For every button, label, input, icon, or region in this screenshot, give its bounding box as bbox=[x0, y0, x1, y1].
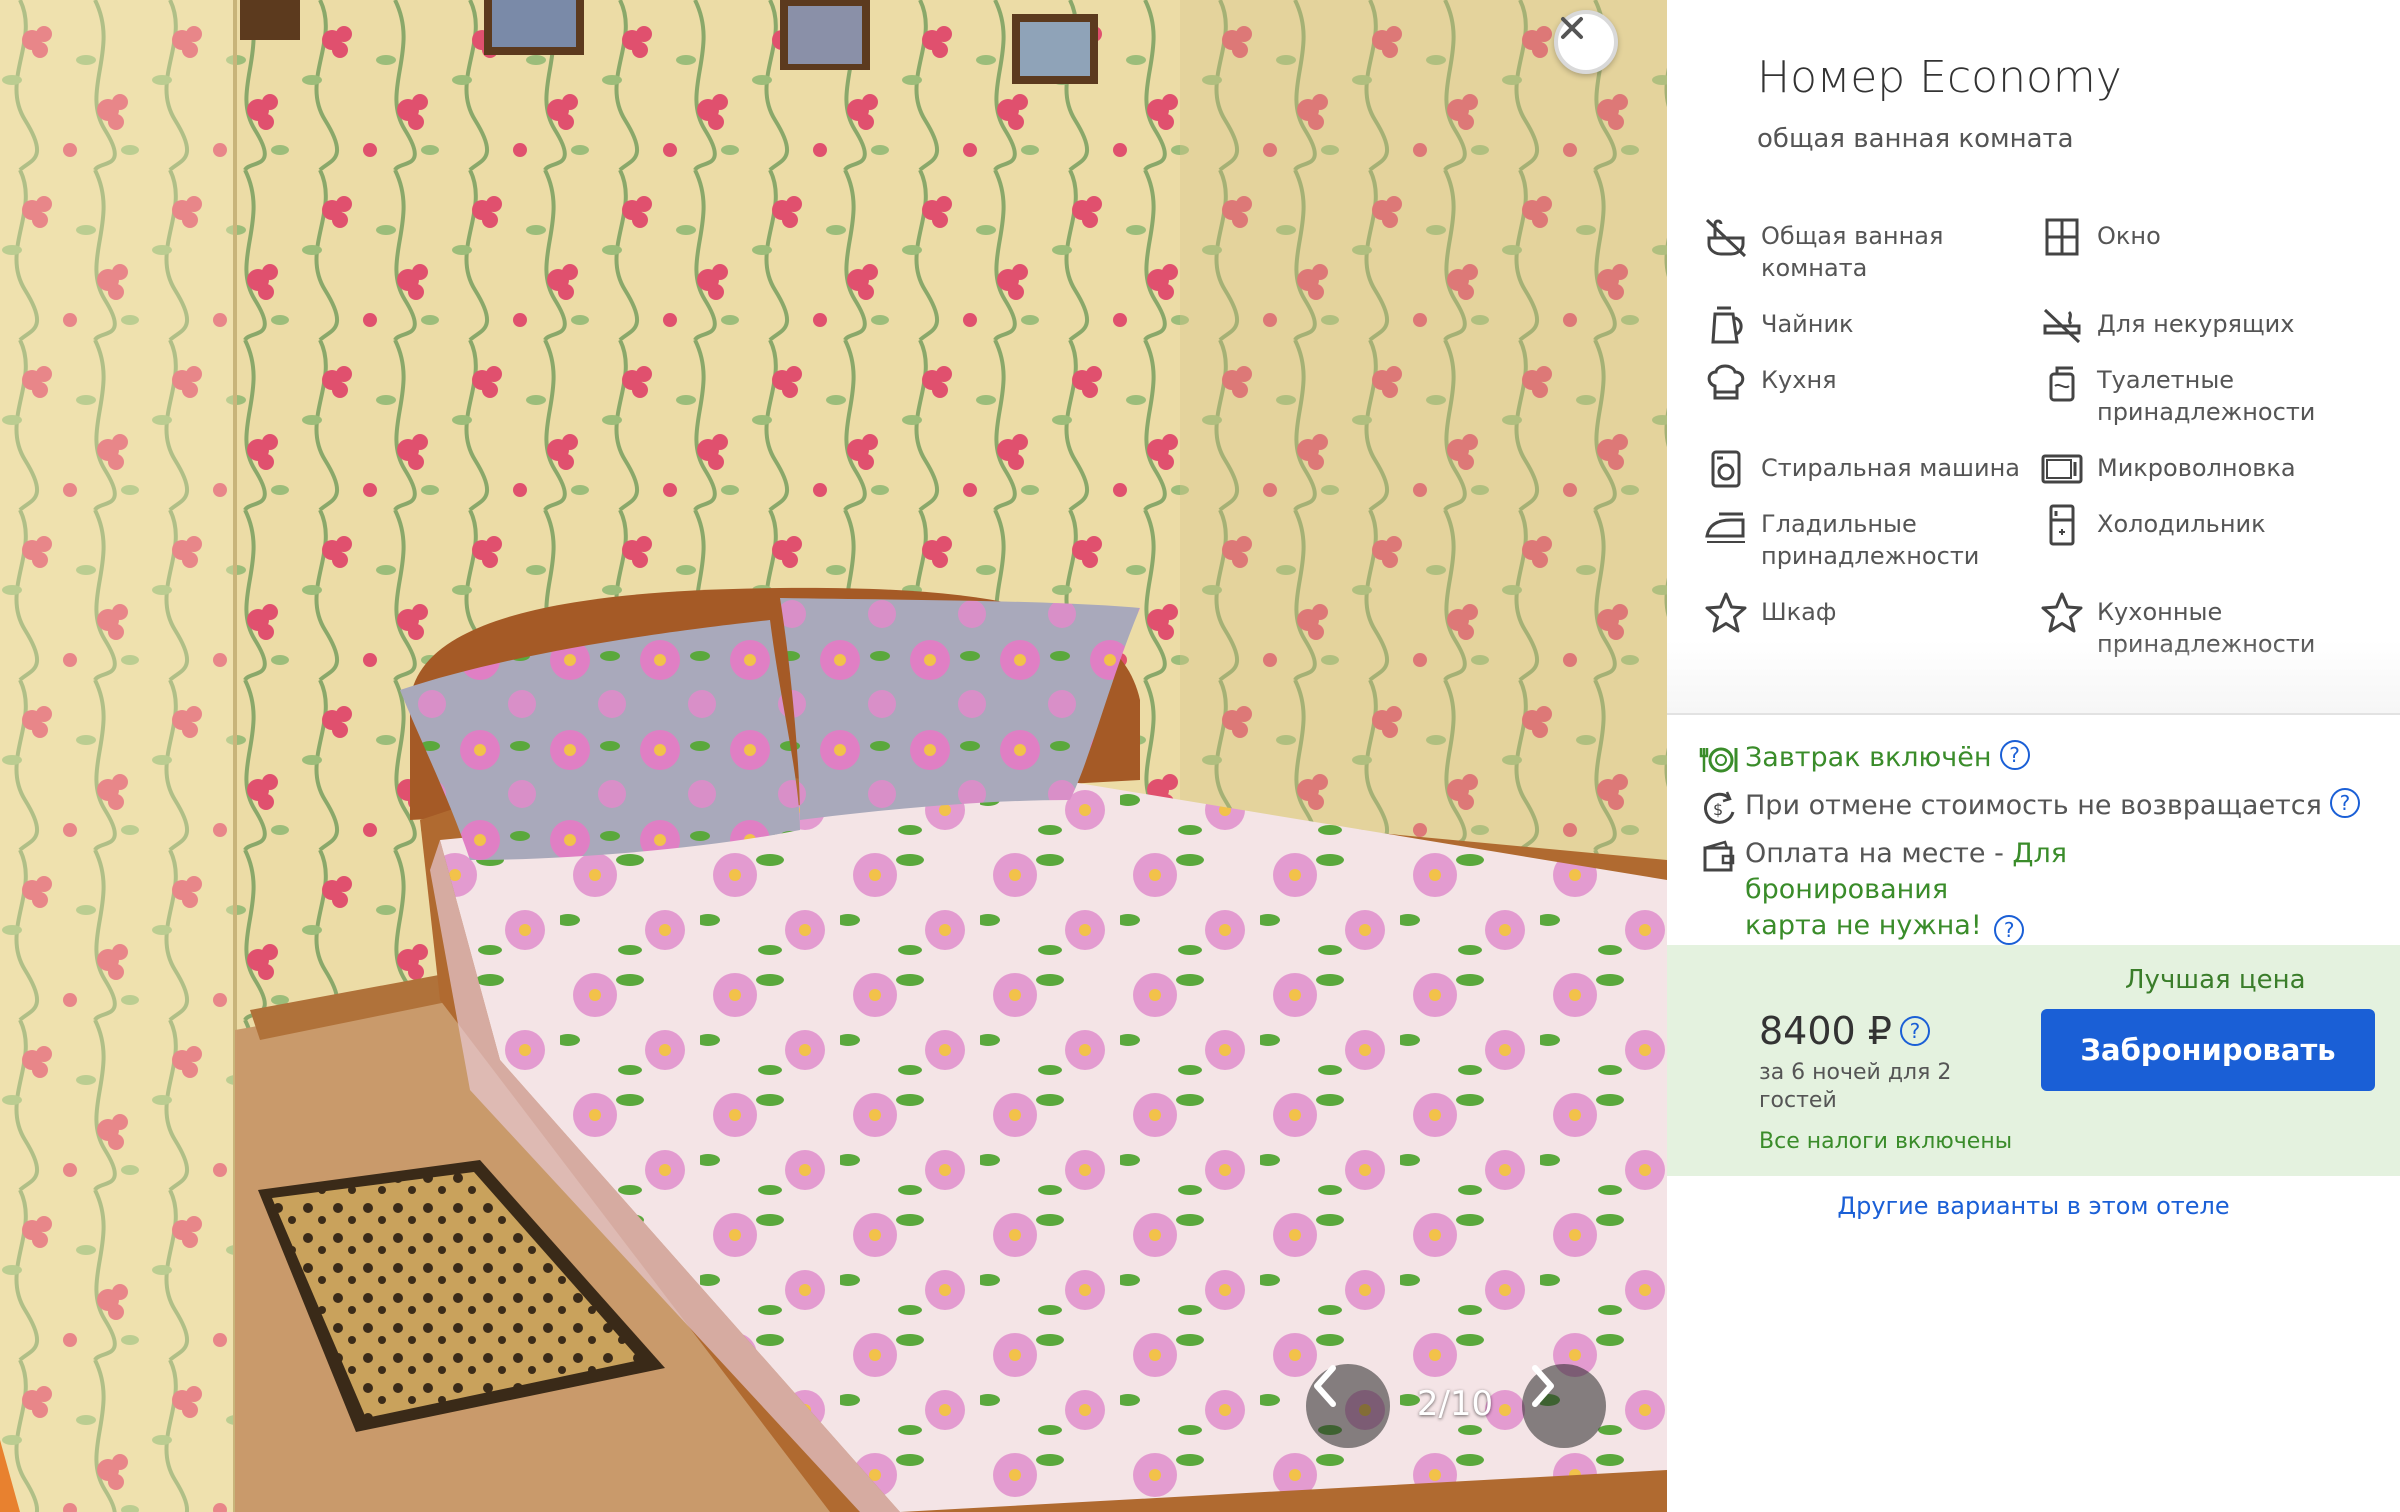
help-icon[interactable]: ? bbox=[2329, 788, 2360, 818]
amenity-label: Общая ванная комната bbox=[1761, 222, 1944, 282]
divider bbox=[1667, 713, 2400, 715]
amenity-kitchen: Кухня bbox=[1703, 358, 2033, 404]
price-value: 8400 ₽ bbox=[1759, 1009, 1892, 1053]
shared-bath-icon bbox=[1705, 218, 1747, 258]
payment-condition: Оплата на месте - Для бронирования карта… bbox=[1699, 836, 2265, 945]
chevron-left-icon bbox=[1314, 1365, 1336, 1407]
star-icon bbox=[2041, 592, 2083, 633]
amenity-label: Туалетные принадлежности bbox=[2097, 366, 2316, 426]
no-card-link-2[interactable]: карта не нужна! bbox=[1745, 910, 1982, 941]
amenity-window: Окно bbox=[2039, 214, 2369, 260]
breakfast-condition: Завтрак включён ? bbox=[1699, 740, 2030, 780]
amenity-washing-machine: Стиральная машина bbox=[1703, 446, 2033, 492]
room-photo-image bbox=[0, 0, 1667, 1512]
washing-machine-icon bbox=[1711, 450, 1741, 488]
help-icon[interactable]: ? bbox=[1999, 740, 2030, 770]
amenity-label: Стиральная машина bbox=[1761, 454, 2020, 482]
cancellation-condition: $ При отмене стоимость не возвращается ? bbox=[1699, 788, 2360, 828]
price-box: Лучшая цена 8400 ₽ ? за 6 ночей для 2 го… bbox=[1667, 945, 2400, 1176]
amenity-label: Микроволновка bbox=[2097, 454, 2296, 482]
amenity-fridge: Холодильник bbox=[2039, 502, 2369, 548]
star-icon bbox=[1705, 592, 1747, 633]
amenities-list: Общая ванная комната Окно Чайник Для нек… bbox=[1703, 214, 2343, 684]
help-icon[interactable]: ? bbox=[1899, 1016, 1930, 1046]
room-subtitle: общая ванная комната bbox=[1757, 124, 2074, 154]
svg-text:$: $ bbox=[1713, 800, 1723, 819]
amenity-label: Кухня bbox=[1761, 366, 1837, 394]
next-photo-button[interactable] bbox=[1522, 1364, 1606, 1448]
amenity-label: Окно bbox=[2097, 222, 2161, 250]
fridge-icon bbox=[2049, 504, 2075, 546]
amenity-shared-bath: Общая ванная комната bbox=[1703, 214, 2033, 284]
room-photo: 2/10 bbox=[0, 0, 1667, 1512]
close-icon bbox=[1561, 17, 1583, 39]
no-smoking-icon bbox=[2043, 308, 2081, 344]
room-details-panel: Номер Economy общая ванная комната Общая… bbox=[1667, 0, 2400, 1512]
chevron-right-icon bbox=[1532, 1365, 1554, 1407]
amenity-label: Холодильник bbox=[2097, 510, 2266, 538]
amenity-label: Шкаф bbox=[1761, 598, 1837, 626]
room-title: Номер Economy bbox=[1757, 52, 2122, 103]
amenity-iron: Гладильные принадлежности bbox=[1703, 502, 2033, 572]
price-per-nights: за 6 ночей для 2 гостей bbox=[1759, 1060, 1952, 1113]
window-icon bbox=[2045, 218, 2079, 256]
amenity-label: Гладильные принадлежности bbox=[1761, 510, 1980, 570]
amenity-no-smoking: Для некурящих bbox=[2039, 302, 2369, 348]
prev-photo-button[interactable] bbox=[1306, 1364, 1390, 1448]
close-button[interactable] bbox=[1554, 10, 1618, 74]
taxes-included: Все налоги включены bbox=[1759, 1129, 2013, 1154]
amenity-label: Для некурящих bbox=[2097, 310, 2295, 338]
payment-prefix: Оплата на месте - bbox=[1745, 838, 2013, 869]
kettle-icon bbox=[1711, 306, 1743, 344]
toiletries-icon bbox=[2049, 366, 2075, 402]
iron-icon bbox=[1705, 512, 1745, 543]
amenity-label: Чайник bbox=[1761, 310, 1854, 338]
breakfast-text: Завтрак включён bbox=[1745, 742, 1992, 773]
book-button[interactable]: Забронировать bbox=[2041, 1009, 2375, 1091]
wallet-icon bbox=[1703, 840, 1735, 872]
price-row: 8400 ₽ ? bbox=[1759, 1009, 1930, 1053]
amenity-microwave: Микроволновка bbox=[2039, 446, 2369, 492]
microwave-icon bbox=[2041, 454, 2083, 484]
other-options-link[interactable]: Другие варианты в этом отеле bbox=[1667, 1192, 2400, 1220]
amenities-fade bbox=[1667, 640, 2400, 713]
breakfast-icon bbox=[1699, 747, 1738, 773]
amenity-kettle: Чайник bbox=[1703, 302, 2033, 348]
best-price-label: Лучшая цена bbox=[2125, 965, 2306, 995]
photo-counter: 2/10 bbox=[1416, 1384, 1494, 1424]
chef-hat-icon bbox=[1707, 364, 1745, 400]
amenity-toiletries: Туалетные принадлежности bbox=[2039, 358, 2369, 428]
cancellation-text: При отмене стоимость не возвращается bbox=[1745, 790, 2322, 821]
refund-icon: $ bbox=[1704, 791, 1735, 824]
amenity-wardrobe: Шкаф bbox=[1703, 590, 2033, 636]
help-icon[interactable]: ? bbox=[1994, 914, 2025, 945]
